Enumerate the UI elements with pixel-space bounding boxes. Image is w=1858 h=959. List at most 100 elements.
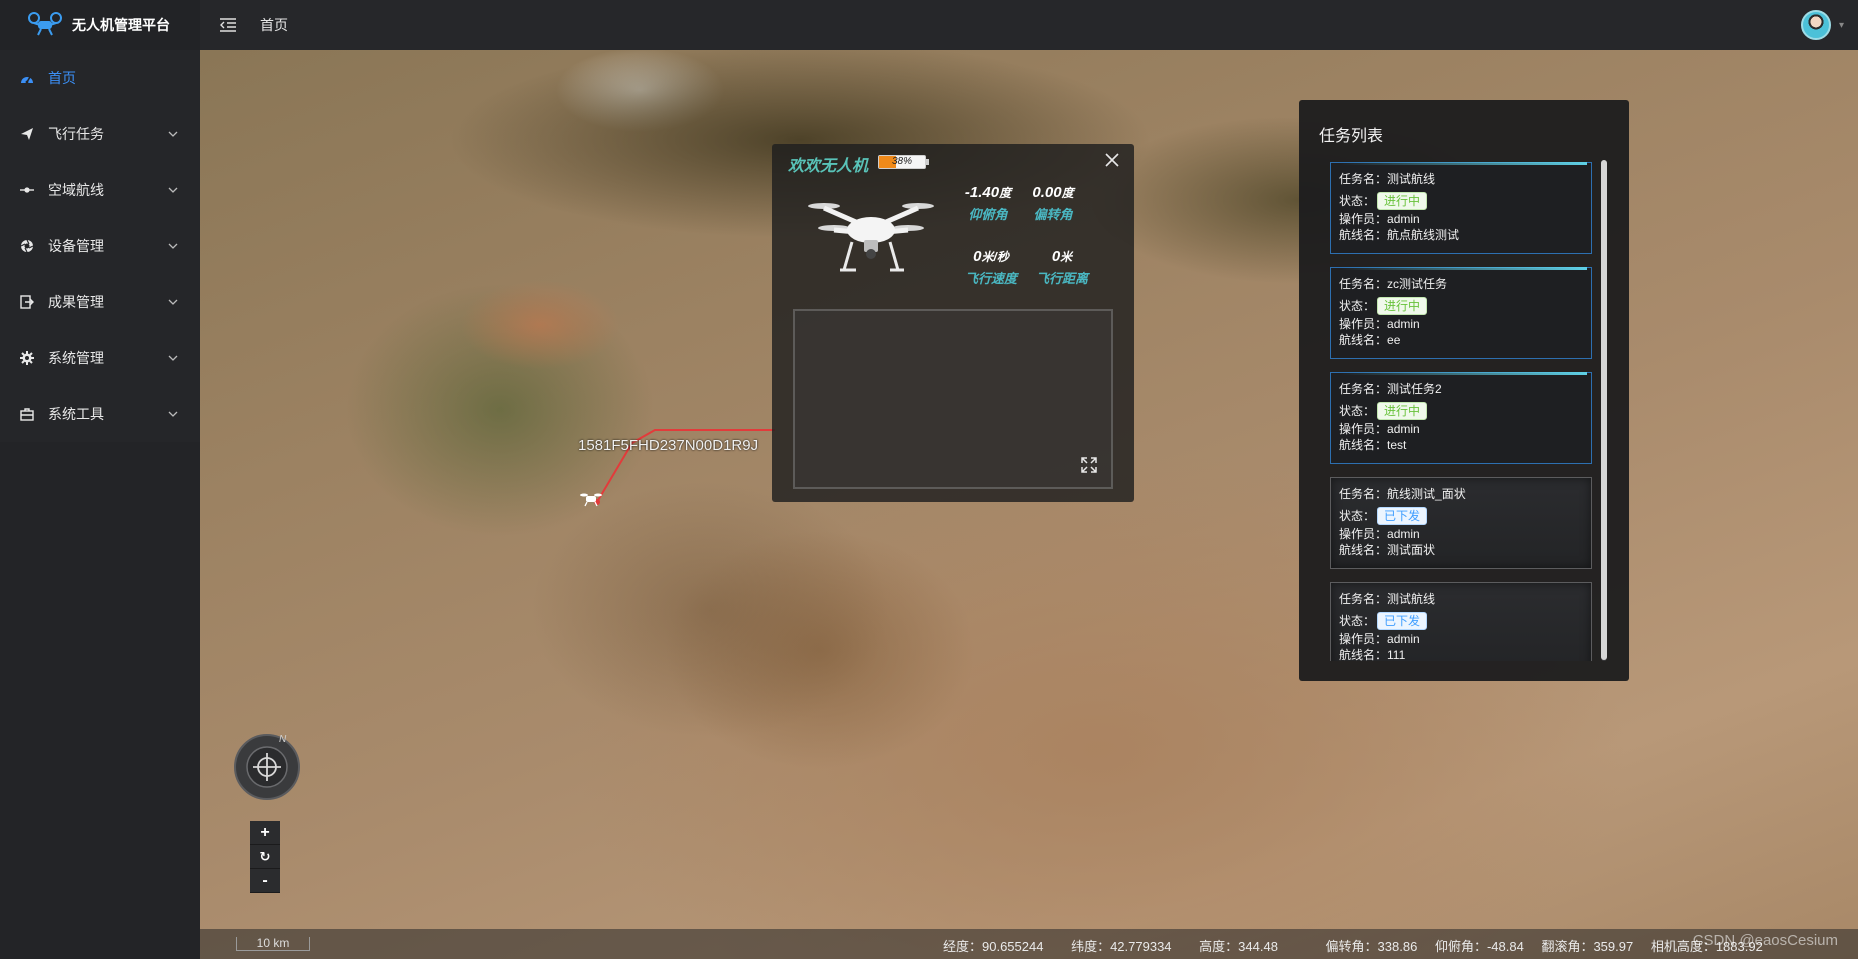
route-icon [20, 183, 34, 197]
zoom-out-button[interactable]: - [250, 869, 280, 893]
sidebar-item-airspace-routes[interactable]: 空域航线 [0, 162, 200, 218]
chevron-down-icon [168, 129, 178, 139]
sidebar-item-label: 系统工具 [48, 406, 104, 422]
user-avatar[interactable] [1800, 10, 1831, 40]
battery-text: 38% [891, 156, 912, 167]
task-route-row: 航线名：测试面状 [1339, 542, 1583, 558]
task-operator: admin [1387, 527, 1420, 541]
speed-value: 0 [973, 248, 982, 265]
task-route-label: 航线名： [1339, 438, 1388, 452]
compass-icon[interactable]: N [233, 733, 301, 801]
task-route-label: 航线名： [1339, 543, 1388, 557]
task-operator-label: 操作员： [1339, 317, 1388, 331]
task-status-row: 状态： 已下发 [1339, 506, 1583, 526]
yaw-label: 偏转角 [1033, 207, 1073, 222]
breadcrumb-home[interactable]: 首页 [260, 15, 288, 35]
sidebar-item-label: 成果管理 [48, 294, 104, 310]
task-route-row: 航线名：ee [1339, 332, 1583, 348]
task-operator-row: 操作员：admin [1339, 316, 1583, 332]
sidebar-item-system-tools[interactable]: 系统工具 [0, 386, 200, 442]
task-list[interactable]: 任务名：测试航线 状态： 进行中 操作员：admin 航线名：航点航线测试 任务名… [1330, 162, 1592, 661]
distance-value: 0 [1051, 248, 1061, 265]
sidebar-item-label: 系统管理 [48, 350, 104, 366]
task-name: 测试航线 [1387, 592, 1436, 606]
task-card[interactable]: 任务名：zc测试任务 状态： 进行中 操作员：admin 航线名：ee [1330, 267, 1592, 359]
task-operator-label: 操作员： [1339, 527, 1388, 541]
altitude-readout: 高度：344.48 [1199, 939, 1278, 954]
status-badge: 已下发 [1377, 507, 1428, 525]
sidebar-item-system-management[interactable]: 系统管理 [0, 330, 200, 386]
zoom-in-button[interactable]: + [250, 821, 280, 845]
drone-image [808, 203, 934, 272]
scrollbar-thumb[interactable] [1601, 160, 1607, 660]
task-route-label: 航线名： [1339, 228, 1388, 242]
task-route: 测试面状 [1387, 543, 1436, 557]
pitch-unit: 度 [999, 186, 1012, 200]
task-operator: admin [1387, 632, 1420, 646]
task-name-label: 任务名： [1339, 487, 1388, 501]
paper-plane-icon [20, 127, 34, 141]
task-list-scrollbar[interactable] [1601, 160, 1607, 661]
close-icon[interactable] [1102, 150, 1122, 170]
brand-title: 无人机管理平台 [72, 17, 170, 33]
task-name-label: 任务名： [1339, 592, 1388, 606]
sidebar-item-flight-tasks[interactable]: 飞行任务 [0, 106, 200, 162]
sidebar-menu: 首页 飞行任务 空域航线 设备管理 成果管理 系统管理 系统工具 [0, 50, 200, 442]
chevron-down-icon[interactable]: ▾ [1839, 20, 1844, 31]
sidebar-item-results-management[interactable]: 成果管理 [0, 274, 200, 330]
chevron-down-icon [168, 241, 178, 251]
pitch-value: -1.40 [964, 184, 1000, 201]
drone-info-panel: 欢欢无人机 38% -1.40度 仰俯角 0.00度 偏转角 0米/秒 飞行速度… [772, 144, 1134, 502]
drone-serial-label: 1581F5FHD237N00D1R9J [578, 437, 759, 454]
watermark: CSDN @eaosCesium [1692, 932, 1838, 949]
task-route-row: 航线名：test [1339, 437, 1583, 453]
video-feed[interactable] [793, 309, 1113, 489]
speed-stat: 0米/秒 飞行速度 [956, 248, 1026, 287]
task-route: test [1387, 438, 1407, 452]
yaw-unit: 度 [1061, 186, 1074, 200]
task-status-label: 状态： [1339, 614, 1376, 628]
task-operator-label: 操作员： [1339, 212, 1388, 226]
sidebar-item-label: 空域航线 [48, 182, 104, 198]
fullscreen-icon[interactable] [1081, 457, 1097, 473]
task-operator-row: 操作员：admin [1339, 631, 1583, 647]
brand[interactable]: 无人机管理平台 [0, 0, 200, 50]
task-operator: admin [1387, 422, 1420, 436]
task-route-row: 航线名：111 [1339, 647, 1583, 661]
task-status-label: 状态： [1339, 509, 1376, 523]
speed-label: 飞行速度 [964, 271, 1017, 286]
task-card[interactable]: 任务名：航线测试_面状 状态： 已下发 操作员：admin 航线名：测试面状 [1330, 477, 1592, 569]
yaw-value: 0.00 [1032, 184, 1062, 201]
task-name-row: 任务名：航线测试_面状 [1339, 486, 1583, 502]
task-name-row: 任务名：测试航线 [1339, 591, 1583, 607]
task-name-label: 任务名： [1339, 277, 1388, 291]
sidebar-item-home[interactable]: 首页 [0, 50, 200, 106]
drone-logo-icon [28, 12, 62, 36]
task-name: zc测试任务 [1387, 277, 1448, 291]
drone-marker-icon[interactable] [580, 491, 602, 507]
compass-north-label: N [279, 734, 287, 745]
zoom-reset-button[interactable]: ↻ [250, 845, 280, 869]
task-route-label: 航线名： [1339, 648, 1388, 661]
sidebar: 首页 飞行任务 空域航线 设备管理 成果管理 系统管理 系统工具 [0, 50, 200, 959]
task-status-label: 状态： [1339, 194, 1376, 208]
task-card[interactable]: 任务名：测试航线 状态： 已下发 操作员：admin 航线名：111 [1330, 582, 1592, 661]
task-card[interactable]: 任务名：测试任务2 状态： 进行中 操作员：admin 航线名：test [1330, 372, 1592, 464]
distance-label: 飞行距离 [1035, 271, 1088, 286]
task-operator: admin [1387, 317, 1420, 331]
menu-fold-icon[interactable] [218, 15, 238, 35]
task-operator: admin [1387, 212, 1420, 226]
battery-indicator: 38% [878, 155, 929, 169]
sidebar-item-device-management[interactable]: 设备管理 [0, 218, 200, 274]
task-list-title: 任务列表 [1319, 128, 1384, 145]
task-route: 111 [1387, 648, 1406, 661]
speed-unit: 米/秒 [981, 250, 1009, 264]
status-badge: 进行中 [1377, 297, 1428, 315]
user-area[interactable]: ▾ [1800, 10, 1844, 40]
task-status-label: 状态： [1339, 404, 1376, 418]
latitude-readout: 纬度：42.779334 [1071, 939, 1172, 954]
status-badge: 进行中 [1377, 402, 1428, 420]
task-card[interactable]: 任务名：测试航线 状态： 进行中 操作员：admin 航线名：航点航线测试 [1330, 162, 1592, 254]
scale-bar: 10 km [236, 937, 310, 951]
status-badge: 进行中 [1377, 192, 1428, 210]
